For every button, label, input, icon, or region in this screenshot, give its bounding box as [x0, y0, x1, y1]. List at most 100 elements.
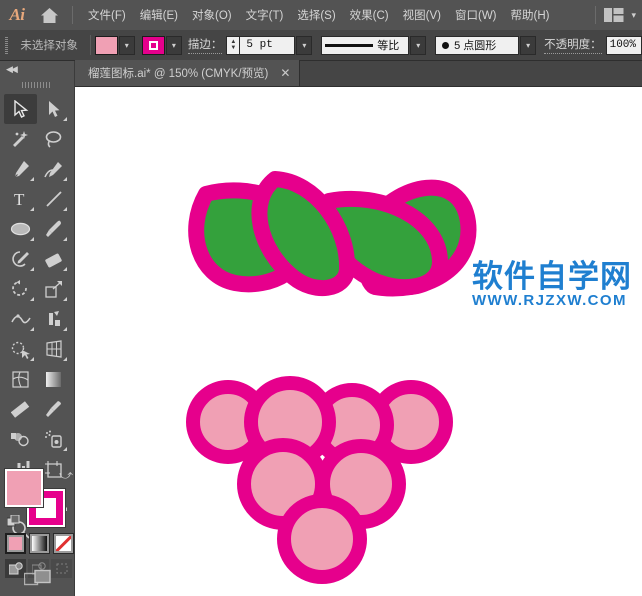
- stroke-color-swatch[interactable]: [142, 36, 165, 55]
- mesh-tool[interactable]: [4, 364, 37, 394]
- stroke-weight-value: 5 pt: [240, 39, 278, 51]
- tool-flyout-corner: [63, 357, 67, 361]
- stroke-weight-label[interactable]: 描边：: [188, 36, 223, 54]
- menu-view[interactable]: 视图(V): [396, 3, 448, 27]
- ellipse-tool[interactable]: [4, 214, 37, 244]
- menu-object[interactable]: 对象(O): [185, 3, 239, 27]
- stroke-profile-icon: [325, 44, 373, 47]
- screen-mode-icon: [24, 568, 52, 593]
- app-logo: Ai: [0, 0, 34, 30]
- control-divider-1: [90, 35, 91, 55]
- brush-definition-value: 5 点圆形: [454, 37, 496, 53]
- magic-wand-tool[interactable]: [4, 124, 37, 154]
- symbol-sprayer-tool[interactable]: [37, 424, 70, 454]
- leaf-group[interactable]: [196, 179, 468, 288]
- stroke-profile-dropdown[interactable]: ▾: [410, 36, 426, 55]
- document-canvas[interactable]: 软件自学网 WWW.RJZXW.COM: [75, 87, 642, 596]
- color-mode-button[interactable]: [5, 533, 26, 554]
- tool-flyout-corner: [30, 267, 34, 271]
- workspace-divider: [595, 6, 596, 24]
- gripper-dots: [5, 37, 8, 54]
- free-transform-tool[interactable]: [37, 304, 70, 334]
- blend-tool[interactable]: [4, 424, 37, 454]
- stroke-weight-field[interactable]: 5 pt: [239, 36, 295, 55]
- fill-color-group[interactable]: ▾: [95, 36, 135, 55]
- color-mode-icon: [9, 537, 22, 550]
- eraser-tool[interactable]: [37, 244, 70, 274]
- none-mode-icon: [56, 536, 71, 551]
- menu-select[interactable]: 选择(S): [290, 3, 342, 27]
- none-mode-button[interactable]: [53, 533, 74, 554]
- close-icon[interactable]: ✕: [280, 67, 290, 79]
- menu-help[interactable]: 帮助(H): [504, 3, 557, 27]
- scale-tool[interactable]: [37, 274, 70, 304]
- direct-selection-tool[interactable]: [37, 94, 70, 124]
- default-fill-stroke-icon[interactable]: [7, 515, 20, 528]
- chevron-down-icon[interactable]: ▾: [631, 10, 636, 21]
- tool-flyout-corner: [63, 117, 67, 121]
- stroke-profile-value: 等比: [377, 37, 399, 53]
- pen-tool[interactable]: [4, 154, 37, 184]
- brush-definition-dropdown[interactable]: ▾: [520, 36, 536, 55]
- screen-mode-button[interactable]: [0, 565, 75, 596]
- measure-tool[interactable]: [4, 394, 37, 424]
- color-mode-row: [5, 533, 74, 554]
- tool-flyout-corner: [63, 267, 67, 271]
- rotate-tool[interactable]: [4, 274, 37, 304]
- tool-flyout-corner: [63, 237, 67, 241]
- stroke-color-group[interactable]: ▾: [142, 36, 182, 55]
- document-tab-bar: 榴莲图标.ai* @ 150% (CMYK/预览) ✕: [75, 61, 642, 87]
- durian-icon-artwork[interactable]: [75, 87, 642, 596]
- tool-flyout-corner: [30, 177, 34, 181]
- document-tab-title: 榴莲图标.ai* @ 150% (CMYK/预览): [88, 65, 268, 81]
- tools-panel-gripper[interactable]: [0, 78, 74, 92]
- tool-flyout-corner: [63, 297, 67, 301]
- perspective-grid-tool[interactable]: [37, 334, 70, 364]
- swap-fill-stroke-icon[interactable]: ⤻: [59, 467, 73, 483]
- double-arrow-left-icon[interactable]: ◀◀: [6, 64, 16, 75]
- eyedropper-tool[interactable]: [37, 394, 70, 424]
- tool-flyout-corner: [30, 237, 34, 241]
- gradient-mode-icon: [32, 536, 47, 551]
- shaper-tool[interactable]: [4, 244, 37, 274]
- stroke-color-dropdown[interactable]: ▾: [166, 36, 182, 55]
- document-tab[interactable]: 榴莲图标.ai* @ 150% (CMYK/预览) ✕: [75, 60, 300, 86]
- tool-flyout-corner: [63, 447, 67, 451]
- stroke-weight-dropdown[interactable]: ▾: [296, 36, 312, 55]
- width-tool[interactable]: [4, 304, 37, 334]
- workspace-switcher[interactable]: ▾: [587, 6, 642, 24]
- gradient-mode-button[interactable]: [29, 533, 50, 554]
- brush-definition-field[interactable]: 5 点圆形: [435, 36, 519, 55]
- tools-gripper-dots: [22, 82, 52, 88]
- curvature-tool[interactable]: [37, 154, 70, 184]
- menu-type[interactable]: 文字(T): [239, 3, 291, 27]
- brush-dot-icon: [442, 42, 449, 49]
- shape-builder-tool[interactable]: [4, 334, 37, 364]
- grape-cluster-group[interactable]: [193, 383, 446, 577]
- tools-panel-collapse[interactable]: ◀◀: [0, 61, 74, 78]
- tool-flyout-corner: [63, 207, 67, 211]
- lasso-tool[interactable]: [37, 124, 70, 154]
- stroke-weight-stepper[interactable]: ▲▼: [226, 36, 239, 55]
- fill-swatch[interactable]: [5, 469, 43, 507]
- illustrator-window: Ai 文件(F) 编辑(E) 对象(O) 文字(T) 选择(S) 效果(C) 视…: [0, 0, 642, 596]
- stroke-profile-field[interactable]: 等比: [321, 36, 409, 55]
- opacity-label[interactable]: 不透明度：: [544, 36, 602, 54]
- type-tool[interactable]: T: [4, 184, 37, 214]
- menu-edit[interactable]: 编辑(E): [133, 3, 185, 27]
- selection-tool[interactable]: [4, 94, 37, 124]
- tool-flyout-corner: [63, 177, 67, 181]
- menu-window[interactable]: 窗口(W): [448, 3, 504, 27]
- home-icon[interactable]: [34, 0, 64, 30]
- menu-file[interactable]: 文件(F): [81, 3, 133, 27]
- opacity-field[interactable]: 100%: [606, 36, 642, 55]
- line-segment-tool[interactable]: [37, 184, 70, 214]
- menu-effect[interactable]: 效果(C): [343, 3, 396, 27]
- control-bar-gripper[interactable]: [0, 30, 12, 61]
- gradient-tool[interactable]: [37, 364, 70, 394]
- paintbrush-tool[interactable]: [37, 214, 70, 244]
- tool-flyout-corner: [30, 327, 34, 331]
- fill-color-dropdown[interactable]: ▾: [119, 36, 135, 55]
- fill-color-swatch[interactable]: [95, 36, 118, 55]
- selection-status: 未选择对象: [12, 37, 86, 53]
